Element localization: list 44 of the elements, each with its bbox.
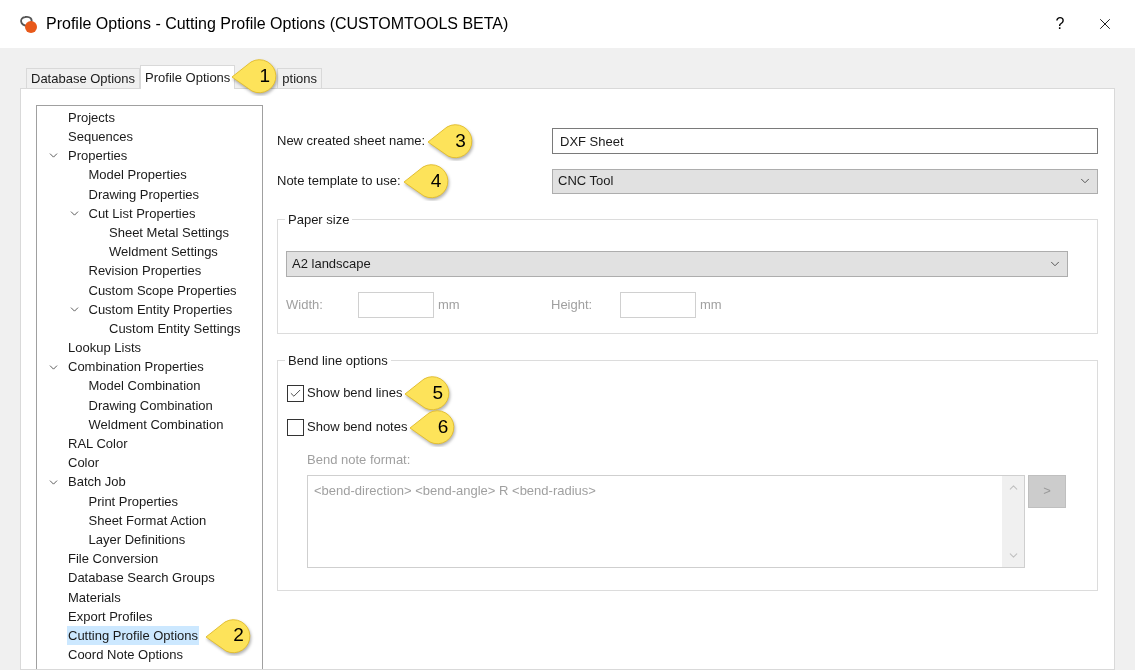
- tree-item[interactable]: Custom Scope Properties: [87, 280, 238, 301]
- tab[interactable]: Database Options: [26, 68, 141, 88]
- tree-item[interactable]: Cut List Properties: [87, 203, 197, 224]
- tree-item[interactable]: RAL Color: [67, 434, 129, 454]
- tree-item[interactable]: Model Combination: [87, 376, 202, 396]
- tree-item[interactable]: Layer Definitions: [87, 529, 187, 550]
- tree-item[interactable]: Sheet Format Action: [87, 510, 208, 531]
- tab[interactable]: ptions: [277, 68, 323, 88]
- tree-item[interactable]: Lookup Lists: [67, 338, 142, 358]
- sheet-name-field[interactable]: DXF Sheet: [552, 128, 1098, 154]
- tree-item[interactable]: Coord Note Options: [67, 645, 184, 665]
- tree-item[interactable]: Database Search Groups: [67, 568, 216, 588]
- window-title: Profile Options - Cutting Profile Options (CUSTOMTOOLS BETA): [46, 14, 509, 34]
- tree-item[interactable]: Weldment Settings: [108, 242, 219, 262]
- tree-item[interactable]: Export Profiles: [67, 606, 154, 627]
- field-label: Height:: [551, 296, 594, 315]
- field-label: Bend note format:: [307, 451, 412, 469]
- tree-item[interactable]: Drawing Properties: [87, 184, 201, 205]
- tree-item[interactable]: Properties: [67, 146, 129, 166]
- tree-item[interactable]: Revision Properties: [87, 261, 203, 281]
- field-label: Note template to use:: [277, 172, 401, 191]
- tab[interactable]: Profile Options: [140, 65, 236, 89]
- tree-item[interactable]: Color: [67, 453, 101, 473]
- dropdown[interactable]: CNC Tool: [552, 168, 1098, 194]
- help-button[interactable]: ?: [1045, 12, 1075, 36]
- unit-label: mm: [700, 296, 722, 315]
- app-logo-icon: [18, 14, 40, 34]
- tree-item[interactable]: Model Properties: [87, 165, 188, 185]
- tree-item[interactable]: Weldment Combination: [87, 414, 225, 435]
- tree-item[interactable]: Print Properties: [87, 491, 180, 512]
- tree-item[interactable]: Projects: [67, 107, 116, 128]
- tree-item[interactable]: Sheet Metal Settings: [108, 222, 230, 243]
- tree-item[interactable]: Combination Properties: [67, 357, 205, 377]
- tree-item[interactable]: Custom Entity Settings: [108, 318, 242, 339]
- unit-label: mm: [438, 296, 461, 315]
- field-label: New created sheet name:: [277, 132, 426, 151]
- field-label: Width:: [286, 296, 324, 315]
- tree-item[interactable]: Custom Entity Properties: [87, 299, 234, 320]
- tree-item[interactable]: Sequences: [67, 127, 135, 147]
- tree-item[interactable]: File Conversion: [67, 549, 160, 569]
- tree-item[interactable]: Drawing Combination: [87, 395, 214, 416]
- tree-item[interactable]: Batch Job: [67, 472, 127, 492]
- tree-item[interactable]: Cutting Profile Options: [67, 625, 200, 646]
- tree-item[interactable]: Materials: [67, 587, 122, 608]
